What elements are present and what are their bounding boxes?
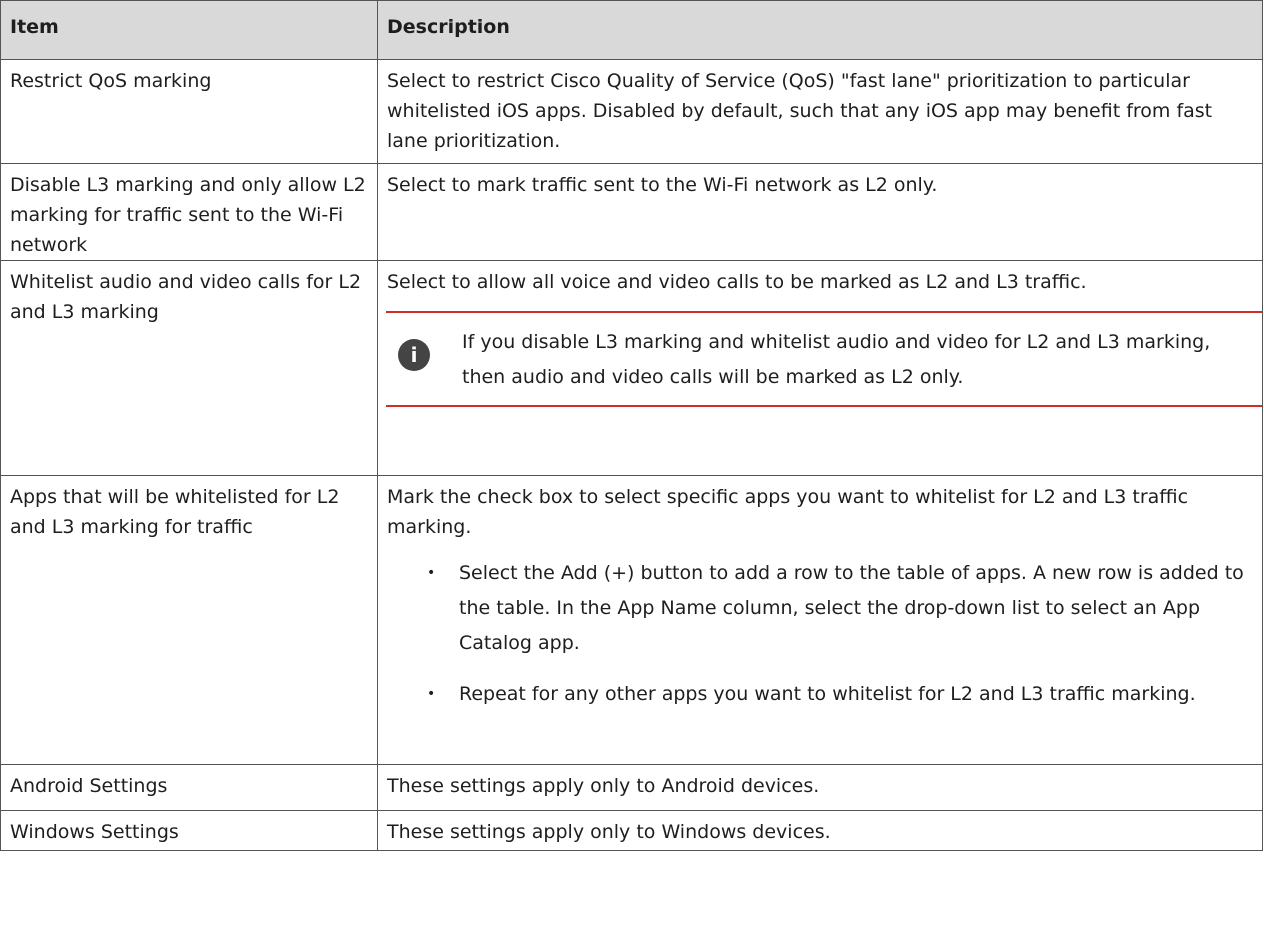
bullet-icon: • [427, 565, 436, 581]
header-description: Description [377, 0, 1263, 60]
bullet-list: • Select the Add (+) button to add a row… [387, 556, 1254, 712]
list-item: • Repeat for any other apps you want to … [427, 677, 1254, 712]
table-row: Apps that will be whitelisted for L2 and… [0, 475, 1263, 765]
description-text: Select to allow all voice and video call… [387, 271, 1087, 293]
table-row: Disable L3 marking and only allow L2 mar… [0, 163, 1263, 261]
table-row: Whitelist audio and video calls for L2 a… [0, 260, 1263, 476]
description-cell: Mark the check box to select specific ap… [377, 475, 1263, 765]
item-cell: Apps that will be whitelisted for L2 and… [0, 475, 378, 765]
description-cell: These settings apply only to Windows dev… [377, 810, 1263, 851]
description-cell: Select to restrict Cisco Quality of Serv… [377, 59, 1263, 164]
table-row: Restrict QoS marking Select to restrict … [0, 59, 1263, 164]
info-icon: i [398, 339, 430, 371]
note-text: If you disable L3 marking and whitelist … [462, 331, 1211, 388]
item-cell: Restrict QoS marking [0, 59, 378, 164]
description-text: Mark the check box to select specific ap… [387, 486, 1189, 538]
item-cell: Windows Settings [0, 810, 378, 851]
settings-table: Item Description Restrict QoS marking Se… [0, 0, 1263, 851]
note-block: i If you disable L3 marking and whitelis… [386, 311, 1262, 407]
item-cell: Android Settings [0, 764, 378, 811]
list-item-text: Select the Add (+) button to add a row t… [459, 562, 1244, 654]
description-cell: Select to allow all voice and video call… [377, 260, 1263, 476]
table-header-row: Item Description [0, 0, 1263, 60]
table-row: Windows Settings These settings apply on… [0, 810, 1263, 851]
list-item: • Select the Add (+) button to add a row… [427, 556, 1254, 661]
header-item: Item [0, 0, 378, 60]
description-cell: Select to mark traffic sent to the Wi-Fi… [377, 163, 1263, 261]
item-cell: Whitelist audio and video calls for L2 a… [0, 260, 378, 476]
description-cell: These settings apply only to Android dev… [377, 764, 1263, 811]
table-row: Android Settings These settings apply on… [0, 764, 1263, 811]
bullet-icon: • [427, 686, 436, 702]
list-item-text: Repeat for any other apps you want to wh… [459, 683, 1196, 705]
item-cell: Disable L3 marking and only allow L2 mar… [0, 163, 378, 261]
